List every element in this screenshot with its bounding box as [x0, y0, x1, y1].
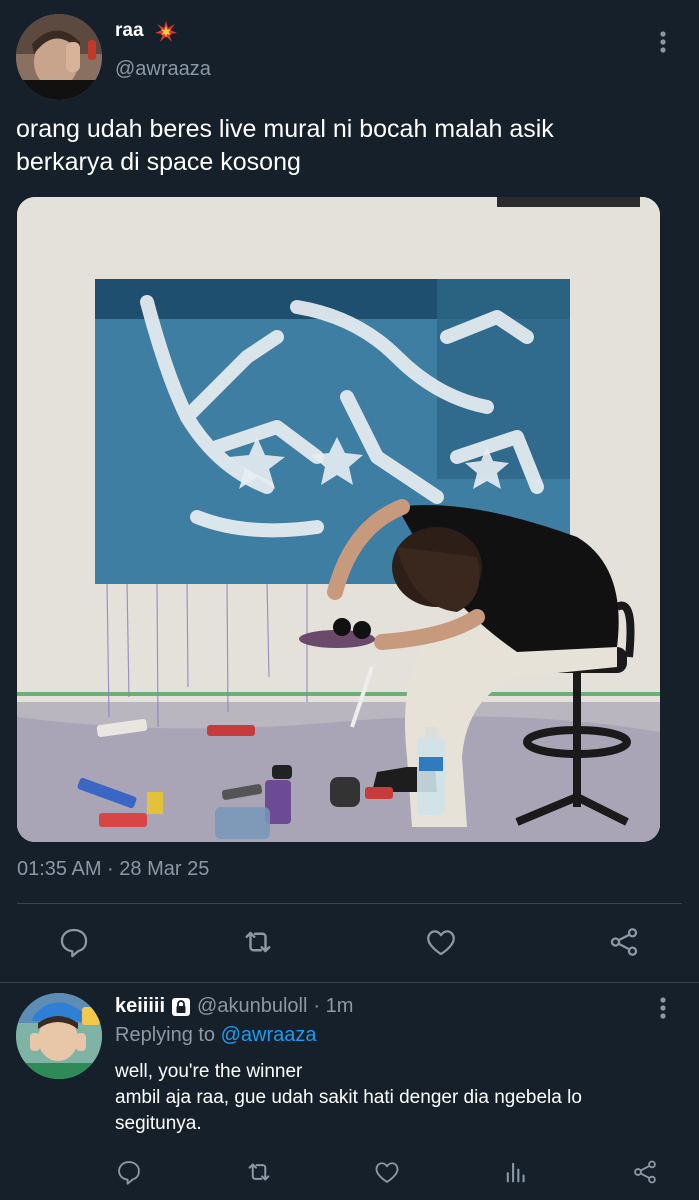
reply-time: · 1m — [313, 995, 354, 1017]
photo-artist-painting — [17, 197, 660, 842]
collision-emoji-icon — [154, 20, 178, 44]
reply-header: keiiiii @akunbuloll · 1m — [115, 995, 353, 1018]
reply-text-line: segitunya. — [115, 1113, 202, 1134]
share-icon[interactable] — [604, 922, 644, 962]
tweet-photo[interactable] — [17, 197, 660, 842]
tweet-text: orang udah beres live mural ni bocah mal… — [16, 113, 676, 179]
user-handle[interactable]: @akunbuloll — [197, 995, 307, 1018]
more-options-icon[interactable] — [650, 994, 676, 1022]
analytics-icon[interactable] — [496, 1152, 536, 1192]
tweet-timestamp[interactable]: 01:35 AM · 28 Mar 25 — [17, 858, 209, 881]
user-handle[interactable]: @awraaza — [115, 58, 211, 81]
reply-text-line: ambil aja raa, gue udah sakit hati denge… — [115, 1087, 582, 1108]
display-name[interactable]: keiiiii — [115, 995, 165, 1018]
reply-text-line: well, you're the winner — [115, 1061, 303, 1082]
avatar[interactable] — [16, 993, 102, 1079]
avatar-image — [16, 993, 102, 1079]
share-icon[interactable] — [625, 1152, 665, 1192]
lock-icon — [171, 997, 191, 1017]
retweet-icon[interactable] — [238, 922, 278, 962]
avatar[interactable] — [16, 14, 102, 100]
more-options-icon[interactable] — [650, 28, 676, 56]
reply-text: well, you're the winner ambil aja raa, g… — [115, 1059, 675, 1137]
reply-icon[interactable] — [109, 1152, 149, 1192]
avatar-image — [16, 14, 102, 100]
divider — [0, 982, 699, 983]
divider — [17, 903, 682, 904]
display-name[interactable]: raa — [115, 20, 144, 42]
replying-to-label: Replying to — [115, 1024, 216, 1046]
tweet-text-line: orang udah beres live mural ni bocah mal… — [16, 115, 554, 143]
retweet-icon[interactable] — [239, 1152, 279, 1192]
like-icon[interactable] — [367, 1152, 407, 1192]
reply-icon[interactable] — [54, 922, 94, 962]
like-icon[interactable] — [421, 922, 461, 962]
tweet-text-line: berkarya di space kosong — [16, 148, 301, 176]
replying-to-link[interactable]: @awraaza — [221, 1024, 317, 1046]
replying-to: Replying to @awraaza — [115, 1024, 317, 1047]
